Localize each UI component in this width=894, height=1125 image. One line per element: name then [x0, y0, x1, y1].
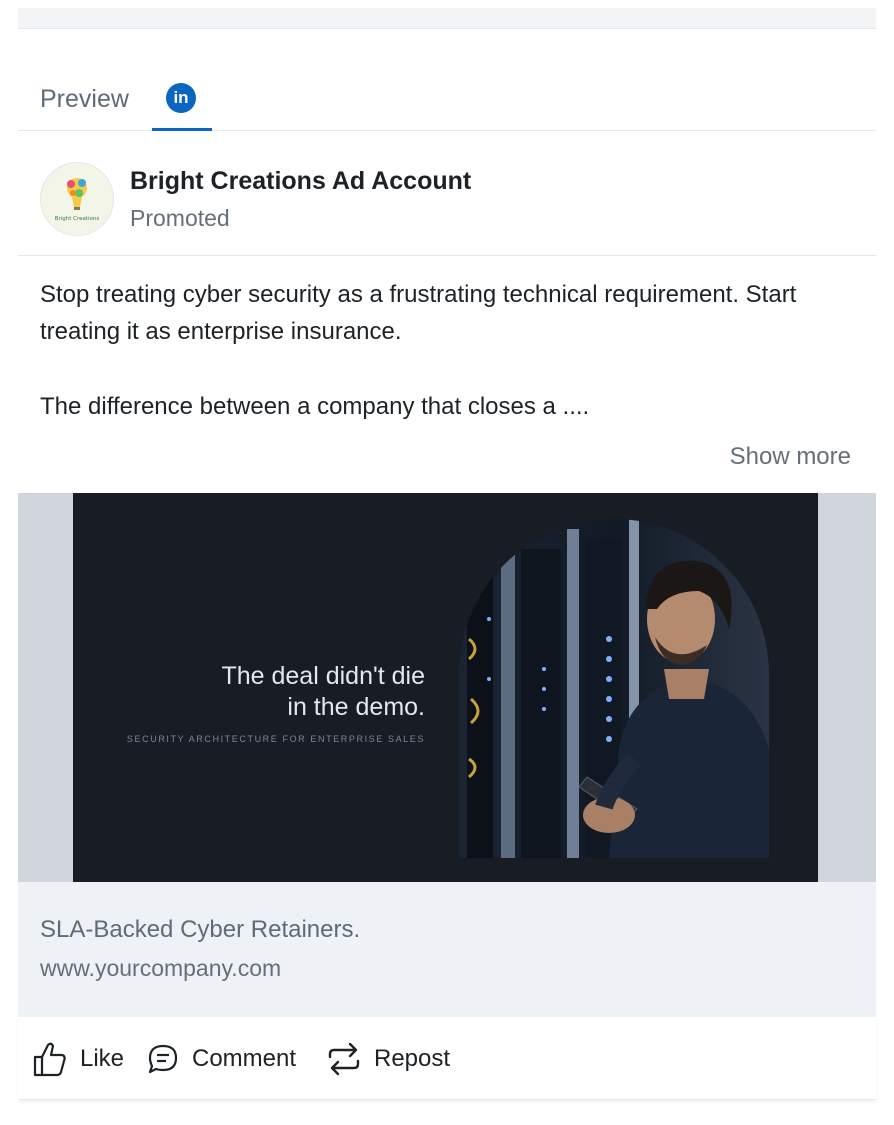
- preview-tabs: Preview in: [18, 74, 876, 131]
- comment-icon: [148, 1044, 178, 1074]
- show-more-button[interactable]: Show more: [730, 443, 851, 471]
- post-header: Bright Creations Bright Creations Ad Acc…: [18, 131, 876, 256]
- repost-icon: [328, 1042, 360, 1076]
- link-preview[interactable]: SLA-Backed Cyber Retainers. www.yourcomp…: [18, 882, 876, 1017]
- creative-tagline: SECURITY ARCHITECTURE FOR ENTERPRISE SAL…: [126, 734, 425, 744]
- social-actions-bar: Like Comment Repost: [18, 1017, 876, 1100]
- creative-headline-line: The deal didn't die: [221, 662, 425, 690]
- link-title: SLA-Backed Cyber Retainers.: [40, 916, 361, 943]
- svg-text:Bright Creations: Bright Creations: [55, 216, 100, 222]
- company-logo-avatar[interactable]: Bright Creations: [40, 162, 114, 236]
- account-name[interactable]: Bright Creations Ad Account: [130, 167, 471, 196]
- like-button[interactable]: Like: [32, 1039, 124, 1079]
- top-strip: [18, 8, 876, 29]
- comment-label: Comment: [192, 1045, 297, 1072]
- repost-label: Repost: [374, 1045, 451, 1072]
- lightbulb-logo-icon: Bright Creations: [55, 178, 100, 222]
- like-label: Like: [80, 1045, 125, 1072]
- repost-button[interactable]: Repost: [326, 1039, 450, 1079]
- tab-preview[interactable]: Preview: [40, 85, 129, 114]
- creative-canvas: The deal didn't die in the demo. SECURIT…: [73, 493, 818, 882]
- creative-headline: The deal didn't die in the demo.: [221, 661, 425, 723]
- link-url: www.yourcompany.com: [40, 955, 282, 981]
- linkedin-icon: in: [166, 83, 196, 113]
- thumbs-up-icon: [33, 1042, 66, 1077]
- post-body: Stop treating cyber security as a frustr…: [40, 276, 840, 425]
- tab-linkedin[interactable]: in: [152, 74, 212, 131]
- comment-button[interactable]: Comment: [146, 1039, 296, 1079]
- ad-creative-image[interactable]: The deal didn't die in the demo. SECURIT…: [18, 493, 876, 882]
- man-with-tablet-illustration: [459, 519, 769, 858]
- post-paragraph: The difference between a company that cl…: [40, 393, 590, 420]
- promoted-label: Promoted: [130, 205, 230, 231]
- post-paragraph: Stop treating cyber security as a frustr…: [40, 281, 797, 345]
- creative-headline-line: in the demo.: [287, 693, 425, 721]
- server-room-photo: [459, 519, 769, 858]
